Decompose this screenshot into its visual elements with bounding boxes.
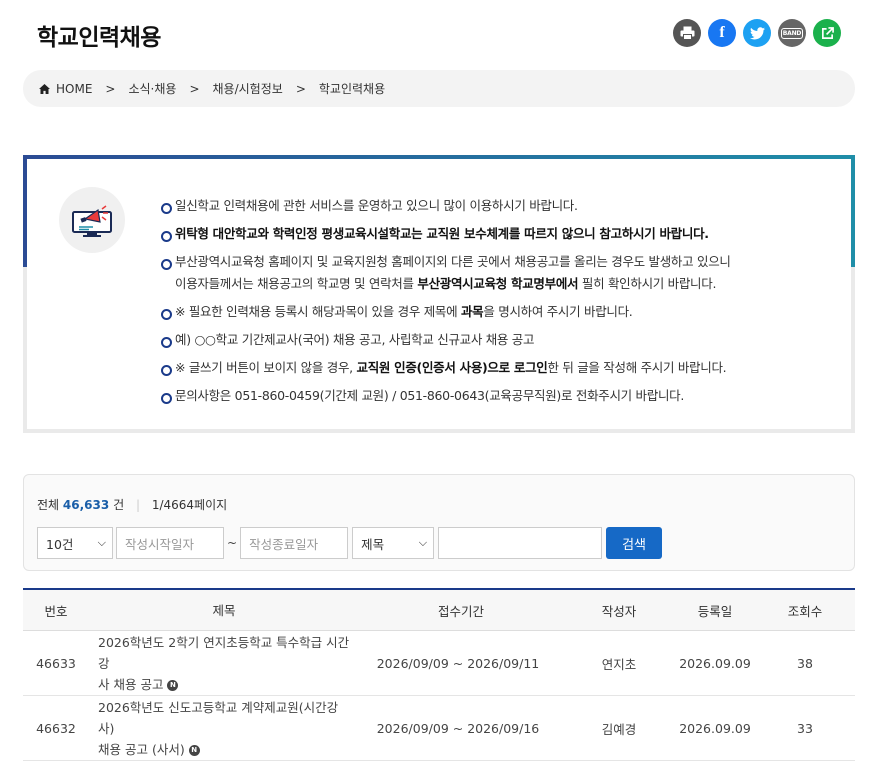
row-title-link[interactable]: 2026학년도 2학기 연지초등학교 특수학급 시간강 사 채용 공고 N — [89, 632, 353, 695]
chevron-down-icon: ⌵ — [97, 536, 106, 549]
notice-accent-right — [851, 159, 855, 267]
external-link-icon — [821, 26, 834, 39]
breadcrumb-news[interactable]: 소식·채용 — [128, 80, 176, 97]
row-title-link[interactable]: 2026학년도 신도고등학교 계약제교원(시간강사) 채용 공고 (사서) N — [89, 697, 353, 760]
printer-icon — [680, 26, 694, 40]
new-icon: N — [167, 679, 179, 691]
breadcrumb: HOME > 소식·채용 > 채용/시험정보 > 학교인력채용 — [23, 70, 855, 107]
start-date-input[interactable]: 작성시작일자 — [116, 527, 224, 559]
page-info: 1/4664페이지 — [151, 498, 228, 512]
col-period: 접수기간 — [437, 603, 484, 619]
page-title: 학교인력채용 — [37, 25, 161, 51]
search-form: 10건 ⌵ 작성시작일자 ~ 작성종료일자 제목 ⌵ 검색 — [37, 527, 663, 559]
search-field-select[interactable]: 제목 ⌵ — [352, 527, 435, 559]
breadcrumb-home[interactable]: HOME — [39, 82, 92, 96]
notice-item: ※ 필요한 인력채용 등록시 해당과목이 있을 경우 제목에 과목을 명시하여 … — [161, 301, 731, 323]
notice-item: 부산광역시교육청 홈페이지 및 교육지원청 홈페이지외 다른 곳에서 채용공고를… — [161, 251, 731, 295]
breadcrumb-current[interactable]: 학교인력채용 — [319, 80, 385, 97]
table-row: 46632 2026학년도 신도고등학교 계약제교원(시간강사) 채용 공고 (… — [23, 696, 855, 761]
new-icon: N — [188, 744, 200, 756]
total-count-number: 46,633 — [62, 498, 110, 512]
band-share-button[interactable]: BAND — [778, 19, 806, 47]
notice-box: 일신학교 인력채용에 관한 서비스를 운영하고 있으니 많이 이용하시기 바랍니… — [23, 155, 855, 433]
notice-accent-left — [23, 159, 27, 267]
search-button[interactable]: 검색 — [606, 527, 663, 559]
page-size-select[interactable]: 10건 ⌵ — [37, 527, 113, 559]
megaphone-monitor-icon — [59, 187, 125, 253]
notice-item: ※ 글쓰기 버튼이 보이지 않을 경우, 교직원 인증(인증서 사용)으로 로그… — [161, 357, 731, 379]
end-date-input[interactable]: 작성종료일자 — [240, 527, 349, 559]
notice-item: 일신학교 인력채용에 관한 서비스를 운영하고 있으니 많이 이용하시기 바랍니… — [161, 195, 731, 217]
table-row: 46633 2026학년도 2학기 연지초등학교 특수학급 시간강 사 채용 공… — [23, 631, 855, 696]
table-header: 번호 제목 접수기간 작성자 등록일 조회수 — [23, 588, 855, 631]
notice-item: 문의사항은 051-860-0459(기간제 교원) / 051-860-064… — [161, 385, 731, 407]
print-button[interactable] — [673, 19, 701, 47]
band-icon: BAND — [780, 27, 804, 39]
breadcrumb-recruit-info[interactable]: 채용/시험정보 — [213, 80, 283, 97]
chevron-right-icon: > — [189, 81, 200, 96]
total-count: 전체 46,633 건 | 1/4664페이지 — [37, 498, 228, 512]
search-panel: 전체 46,633 건 | 1/4664페이지 10건 ⌵ 작성시작일자 ~ 작성… — [23, 474, 855, 571]
chevron-down-icon: ⌵ — [418, 536, 428, 549]
chevron-right-icon: > — [295, 81, 306, 96]
copy-link-button[interactable] — [813, 19, 841, 47]
date-range-separator: ~ — [227, 536, 238, 550]
chevron-right-icon: > — [105, 81, 116, 96]
search-keyword-input[interactable] — [438, 527, 603, 559]
facebook-icon: f — [719, 24, 725, 41]
share-toolbar: f BAND — [673, 19, 841, 47]
col-no: 번호 — [44, 603, 68, 619]
facebook-share-button[interactable]: f — [708, 19, 736, 47]
col-views: 조회수 — [787, 603, 823, 619]
col-writer: 작성자 — [601, 603, 637, 619]
twitter-share-button[interactable] — [743, 19, 771, 47]
twitter-icon — [749, 26, 765, 39]
col-title: 제목 — [212, 602, 236, 618]
notice-item: 예) ○○학교 기간제교사(국어) 채용 공고, 사립학교 신규교사 채용 공고 — [161, 329, 731, 351]
col-date: 등록일 — [697, 603, 733, 619]
notice-item: 위탁형 대안학교와 학력인정 평생교육시설학교는 교직원 보수체계를 따르지 않… — [161, 223, 731, 245]
notice-list: 일신학교 인력채용에 관한 서비스를 운영하고 있으니 많이 이용하시기 바랍니… — [161, 195, 731, 413]
recruit-table: 번호 제목 접수기간 작성자 등록일 조회수 46633 2026학년도 2학기… — [23, 588, 855, 761]
notice-accent-bar — [23, 155, 855, 159]
home-icon — [39, 83, 50, 94]
